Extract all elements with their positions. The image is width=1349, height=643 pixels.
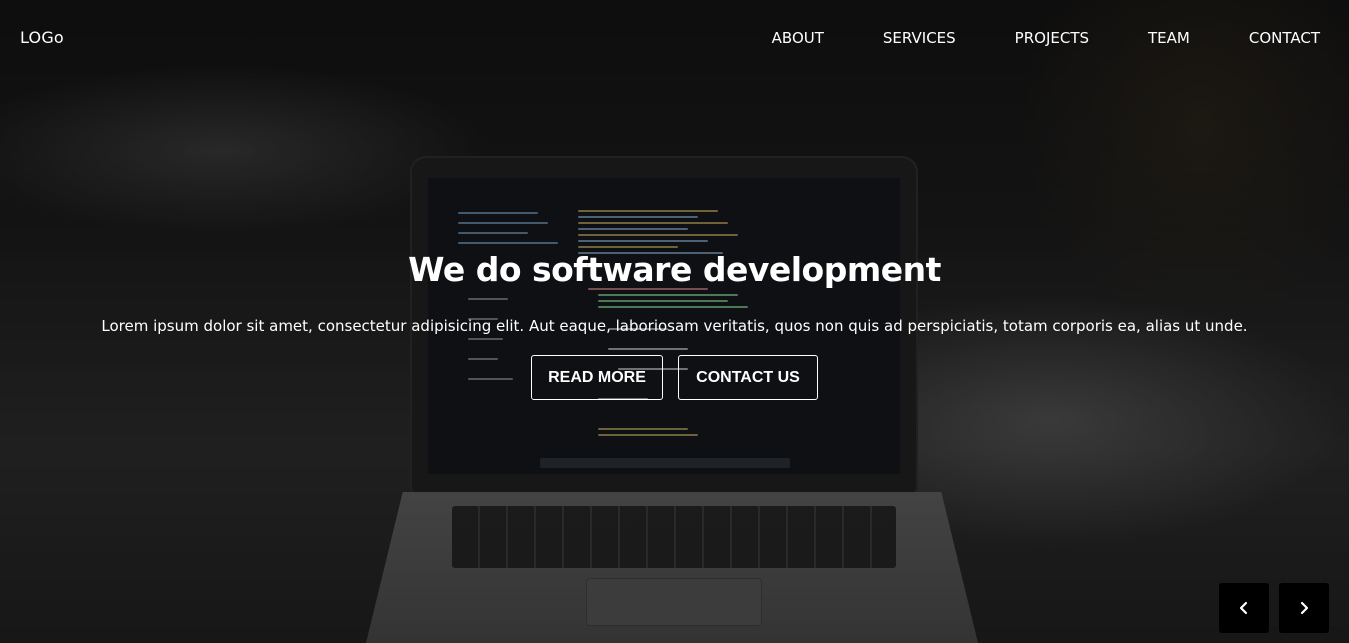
read-more-button[interactable]: READ MORE — [531, 355, 663, 400]
nav-link-team[interactable]: TEAM — [1148, 29, 1190, 47]
carousel-next-button[interactable] — [1279, 583, 1329, 633]
nav-link-about[interactable]: ABOUT — [772, 29, 824, 47]
nav-link-projects[interactable]: PROJECTS — [1015, 29, 1089, 47]
navbar: LOGo ABOUT SERVICES PROJECTS TEAM CONTAC… — [0, 0, 1349, 75]
chevron-right-icon — [1300, 601, 1309, 615]
carousel-prev-button[interactable] — [1219, 583, 1269, 633]
hero-actions: READ MORE CONTACT US — [0, 355, 1349, 400]
hero-subtitle: Lorem ipsum dolor sit amet, consectetur … — [101, 317, 1248, 335]
chevron-left-icon — [1239, 601, 1248, 615]
nav-link-contact[interactable]: CONTACT — [1249, 29, 1320, 47]
hero-title: We do software development — [408, 250, 941, 289]
nav-link-services[interactable]: SERVICES — [883, 29, 956, 47]
hero-section: LOGo ABOUT SERVICES PROJECTS TEAM CONTAC… — [0, 0, 1349, 643]
logo[interactable]: LOGo — [20, 28, 64, 47]
hero-content: We do software development Lorem ipsum d… — [0, 250, 1349, 400]
nav-links: ABOUT SERVICES PROJECTS TEAM CONTACT — [772, 29, 1320, 47]
contact-us-button[interactable]: CONTACT US — [678, 355, 818, 400]
